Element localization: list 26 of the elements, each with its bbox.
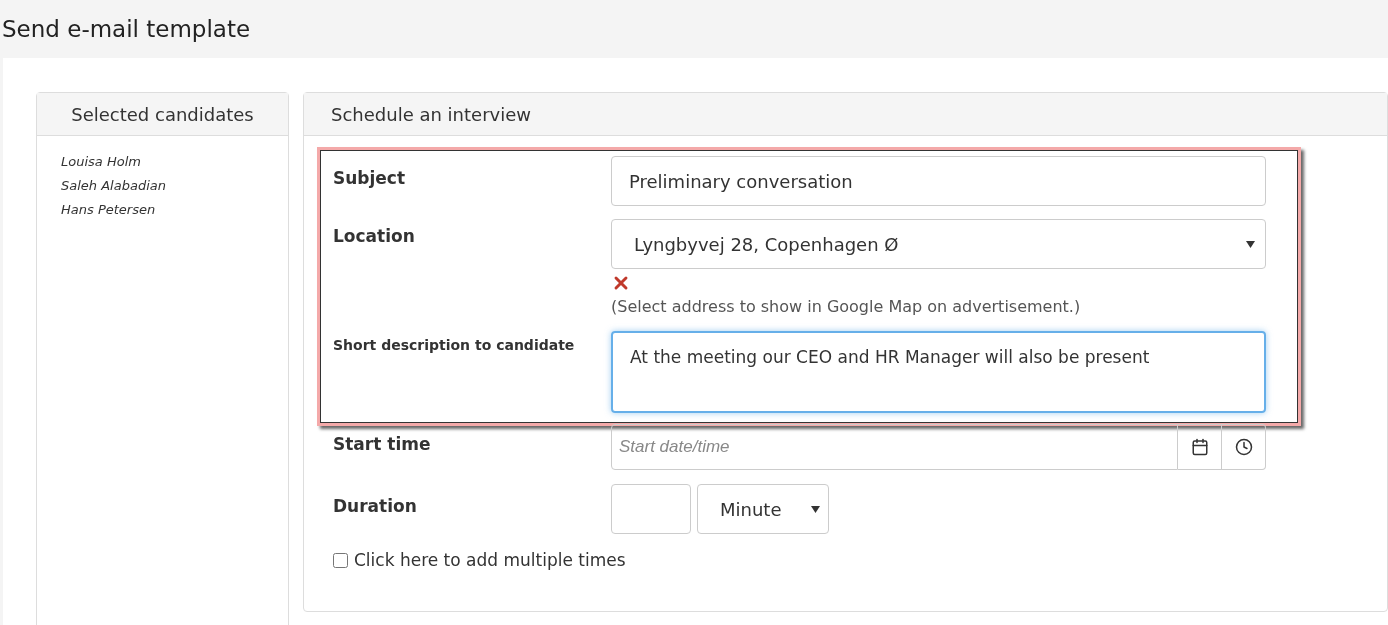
- clock-button[interactable]: [1222, 424, 1266, 470]
- duration-field[interactable]: [611, 484, 691, 534]
- checkbox-label[interactable]: Click here to add multiple times: [354, 548, 626, 574]
- unit-select[interactable]: Minute: [697, 484, 829, 534]
- clock-icon: [1234, 438, 1253, 456]
- calendar-icon: [1190, 438, 1209, 456]
- candidate-name: Louisa Holm: [61, 153, 142, 171]
- candidate-name: Saleh Alabadian: [61, 177, 167, 195]
- candidate-name: Hans Petersen: [61, 201, 157, 219]
- location-hint: (Select address to show in Google Map on advertisement.): [611, 296, 1082, 318]
- field-label: Location: [333, 225, 416, 248]
- calendar-button[interactable]: [1178, 424, 1222, 470]
- field-label: Subject: [333, 167, 407, 190]
- checkbox[interactable]: [333, 553, 348, 569]
- start-time-field[interactable]: Start date/time: [611, 424, 1178, 470]
- location-select[interactable]: Lyngbyvej 28, Copenhagen Ø: [611, 219, 1266, 269]
- panel-title: Schedule an interview: [331, 102, 531, 127]
- dropdown-arrow-icon: [811, 505, 820, 513]
- description-field[interactable]: At the meeting our CEO and HR Manager will also be present: [611, 331, 1266, 413]
- field-label: Duration: [333, 495, 418, 518]
- page-title: Send e-mail template: [2, 14, 251, 44]
- dropdown-arrow-icon: [1246, 240, 1255, 248]
- field-label: Short description to candidate: [333, 336, 576, 355]
- subject-field[interactable]: Preliminary conversation: [611, 156, 1266, 206]
- field-label: Start time: [333, 433, 432, 456]
- panel-title: Selected candidates: [71, 102, 254, 127]
